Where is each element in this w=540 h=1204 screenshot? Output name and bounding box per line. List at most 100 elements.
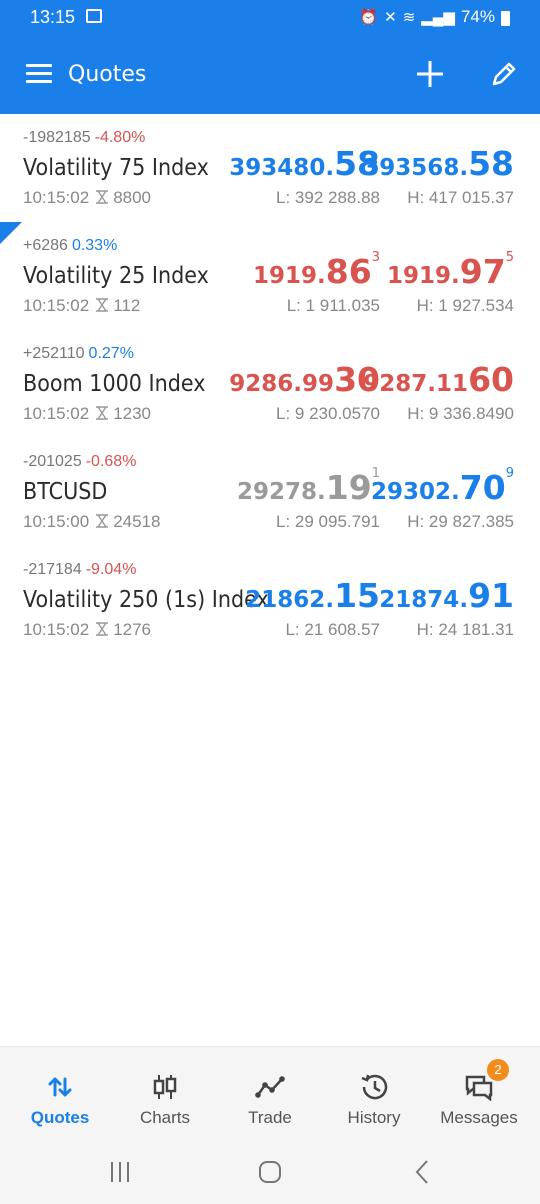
page-title: Quotes [68, 62, 147, 87]
nav-quotes[interactable]: Quotes [6, 1047, 114, 1141]
status-time: 13:15 [30, 7, 76, 27]
status-icons: ⏰ ✕ ≋ ▂▄▆ 74% [359, 7, 510, 27]
quote-row[interactable]: -201025 -0.68% BTCUSD 10:15:00 24518 29278… [0, 438, 540, 546]
ask-price: 1919.975 [387, 250, 514, 291]
system-nav-bar [0, 1140, 540, 1204]
bottom-nav: Quotes Charts Trade History 2 Messages [0, 1046, 540, 1141]
bid-price: 9286.9930 [229, 360, 380, 399]
ask-price: 9287.1160 [363, 360, 514, 399]
ask-sup: 9 [505, 466, 514, 481]
add-icon[interactable] [414, 58, 446, 90]
change-percent: -0.68% [85, 453, 137, 470]
quotes-icon [48, 1077, 72, 1097]
change-percent: 0.33% [71, 237, 118, 254]
change-points: -1982185 [23, 129, 91, 146]
quote-meta: 10:15:02 112 [23, 296, 140, 316]
bid-price: 1919.863 [253, 250, 380, 291]
quote-row[interactable]: -1982185 -4.80% Volatility 75 Index 10:15… [0, 114, 540, 222]
spread-icon [96, 190, 109, 204]
ask-price: 393568.58 [363, 144, 514, 183]
high-price: H: 24 181.31 [416, 620, 514, 639]
change-percent: -9.04% [85, 561, 137, 578]
bid-main: 9286.99 [229, 371, 335, 397]
ask-big: 70 [459, 468, 506, 507]
high-price: H: 29 827.385 [407, 512, 514, 531]
home-icon[interactable] [250, 1158, 290, 1186]
quote-time: 10:15:02 [23, 296, 90, 315]
back-icon[interactable] [402, 1158, 442, 1186]
change-percent: 0.27% [88, 345, 134, 362]
quote-meta: 10:15:02 1230 [23, 404, 151, 424]
ask-main: 21874. [379, 587, 469, 613]
nav-messages[interactable]: 2 Messages [425, 1047, 533, 1141]
spread-icon [96, 298, 109, 312]
bid-price: 21862.15 [245, 576, 380, 615]
spread-icon [96, 622, 109, 636]
ask-big: 97 [459, 252, 506, 291]
bid-main: 29278. [237, 479, 326, 505]
ask-big: 60 [468, 360, 514, 399]
symbol-name: BTCUSD [23, 479, 108, 505]
high-price: H: 417 015.37 [407, 188, 514, 207]
alarm-icon: ⏰ [359, 9, 379, 26]
low-price: L: 29 095.791 [276, 512, 380, 531]
bid-sup: 3 [371, 250, 380, 265]
low-price: L: 21 608.57 [285, 620, 380, 639]
menu-icon[interactable] [26, 64, 52, 84]
ask-price: 21874.91 [379, 576, 514, 615]
nav-history[interactable]: History [320, 1047, 428, 1141]
wifi-icon: ≋ [402, 9, 416, 26]
change-percent: -4.80% [94, 129, 146, 146]
ask-main: 29302. [371, 479, 460, 505]
quote-row[interactable]: +252110 0.27% Boom 1000 Index 10:15:02 123… [0, 330, 540, 438]
ask-big: 91 [468, 576, 514, 615]
edit-icon[interactable] [488, 58, 520, 90]
quote-meta: 10:15:00 24518 [23, 512, 160, 532]
quote-meta: 10:15:02 1276 [23, 620, 151, 640]
spread-value: 1230 [113, 404, 152, 423]
bid-price: 393480.58 [229, 144, 380, 183]
spread-value: 1276 [113, 620, 152, 639]
spread-icon [96, 406, 109, 420]
ask-price: 29302.709 [371, 466, 514, 507]
charts-icon [153, 1075, 177, 1099]
spread-value: 24518 [113, 512, 161, 531]
low-price: L: 1 911.035 [286, 296, 380, 315]
daily-change: +6286 0.33% [23, 237, 117, 255]
quote-meta: 10:15:02 8800 [23, 188, 151, 208]
ask-main: 9287.11 [363, 371, 469, 397]
daily-change: +252110 0.27% [23, 345, 134, 363]
low-price: L: 392 288.88 [276, 188, 380, 207]
app-bar: Quotes [0, 36, 540, 114]
high-price: H: 9 336.8490 [407, 404, 514, 423]
bid-big: 86 [325, 252, 372, 291]
battery-percent: 74% [460, 7, 495, 26]
mute-icon: ✕ [384, 9, 397, 26]
ask-main: 393568. [363, 155, 469, 181]
change-points: +252110 [23, 345, 85, 362]
bid-main: 21862. [245, 587, 335, 613]
status-bar: 13:15 ⏰ ✕ ≋ ▂▄▆ 74% [0, 0, 540, 36]
nav-trade-label: Trade [248, 1108, 292, 1127]
bid-price: 29278.191 [237, 466, 380, 507]
recent-apps-icon[interactable] [100, 1158, 140, 1186]
quote-row[interactable]: +6286 0.33% Volatility 25 Index 10:15:02 1… [0, 222, 540, 330]
symbol-name: Volatility 75 Index [23, 155, 209, 181]
quote-row[interactable]: -217184 -9.04% Volatility 250 (1s) Index … [0, 546, 540, 654]
change-points: -217184 [23, 561, 82, 578]
change-points: +6286 [23, 237, 68, 254]
nav-charts[interactable]: Charts [111, 1047, 219, 1141]
quote-time: 10:15:00 [23, 512, 90, 531]
spread-value: 112 [113, 296, 141, 315]
nav-charts-label: Charts [139, 1108, 191, 1127]
daily-change: -201025 -0.68% [23, 453, 136, 471]
ask-main: 1919. [387, 263, 460, 289]
symbol-name: Volatility 250 (1s) Index [23, 587, 269, 613]
trade-icon [255, 1076, 285, 1098]
low-price: L: 9 230.0570 [276, 404, 380, 423]
bid-big: 19 [325, 468, 372, 507]
bid-main: 1919. [253, 263, 326, 289]
nav-trade[interactable]: Trade [216, 1047, 324, 1141]
gallery-icon [86, 9, 102, 23]
quote-time: 10:15:02 [23, 620, 90, 639]
